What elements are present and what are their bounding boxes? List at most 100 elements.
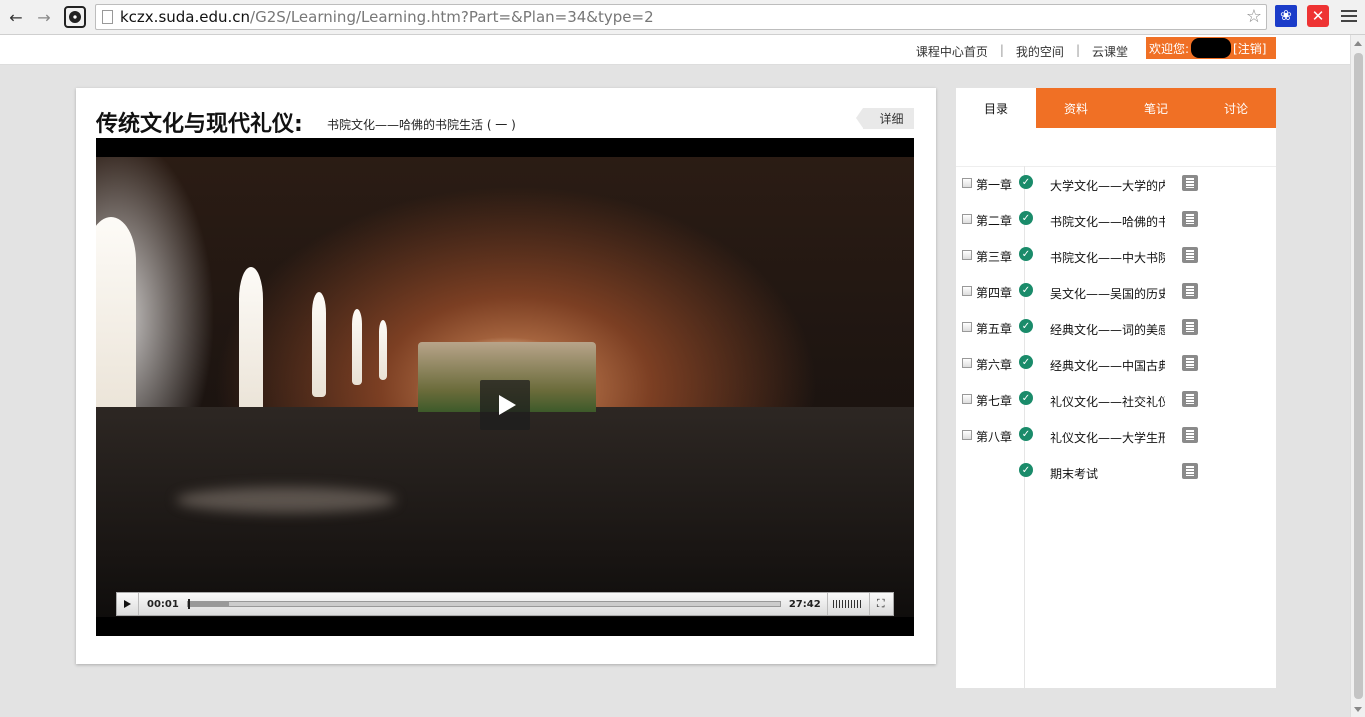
chapter-row[interactable]: 第七章 ✓ 礼仪文化——社交礼仪 <box>956 391 1276 412</box>
tunnel-window <box>352 309 362 385</box>
fullscreen-icon[interactable]: ⛶ <box>870 593 892 615</box>
tab-discussion[interactable]: 讨论 <box>1196 88 1276 128</box>
chapter-label: 第七章 <box>976 394 1013 408</box>
lesson-link[interactable]: 大学文化——大学的内 <box>1050 177 1165 194</box>
lesson-link[interactable]: 礼仪文化——大学生形 <box>1050 429 1165 446</box>
browser-menu-icon[interactable] <box>1341 8 1357 24</box>
course-sidebar: 目录 资料 笔记 讨论 第一章 ✓ 大学文化——大学的内 第二章 ✓ 书院文化——哈佛的书… <box>956 88 1276 688</box>
volume-icon[interactable] <box>828 593 870 615</box>
document-icon[interactable] <box>1182 427 1198 443</box>
video-player[interactable]: 00:01 27:42 ⛶ <box>96 138 914 636</box>
chapter-label: 第八章 <box>976 430 1013 444</box>
home-icon[interactable] <box>64 6 86 28</box>
tab-materials[interactable]: 资料 <box>1036 88 1116 128</box>
detail-button[interactable]: 详细 <box>856 108 914 129</box>
chapter-checkbox[interactable] <box>962 358 972 368</box>
course-title: 传统文化与现代礼仪: <box>96 112 303 137</box>
url-host: kczx.suda.edu.cn <box>120 8 251 26</box>
chapter-label: 第三章 <box>976 250 1013 264</box>
chapter-row[interactable]: 第三章 ✓ 书院文化——中大书院 <box>956 247 1276 268</box>
chapter-checkbox[interactable] <box>962 214 972 224</box>
chapter-row[interactable]: 第六章 ✓ 经典文化——中国古典 <box>956 355 1276 376</box>
chapter-row[interactable]: 第二章 ✓ 书院文化——哈佛的书 <box>956 211 1276 232</box>
nav-separator: | <box>999 43 1004 57</box>
lesson-link[interactable]: 经典文化——中国古典 <box>1050 357 1165 374</box>
back-arrow-icon[interactable]: ← <box>6 7 26 27</box>
welcome-badge: 欢迎您: [注销] <box>1146 37 1276 59</box>
lesson-link[interactable]: 吴文化——吴国的历史 <box>1050 285 1165 302</box>
player-controls: 00:01 27:42 ⛶ <box>116 592 894 616</box>
tab-notes[interactable]: 笔记 <box>1116 88 1196 128</box>
tunnel-window <box>312 292 326 397</box>
nav-cloud-classroom[interactable]: 云课堂 <box>1092 43 1128 60</box>
forward-arrow-icon[interactable]: → <box>34 7 54 27</box>
completed-check-icon: ✓ <box>1019 355 1033 369</box>
completed-check-icon: ✓ <box>1019 211 1033 225</box>
document-icon[interactable] <box>1182 391 1198 407</box>
buffered-bar <box>187 602 230 606</box>
page-scrollbar[interactable] <box>1350 35 1365 717</box>
lesson-link[interactable]: 书院文化——哈佛的书 <box>1050 213 1165 230</box>
chapter-checkbox[interactable] <box>962 178 972 188</box>
chapter-row[interactable]: 第一章 ✓ 大学文化——大学的内 <box>956 175 1276 196</box>
nav-course-center-home[interactable]: 课程中心首页 <box>916 43 988 60</box>
chapter-row[interactable]: 第四章 ✓ 吴文化——吴国的历史 <box>956 283 1276 304</box>
close-extension-icon[interactable]: ✕ <box>1307 5 1329 27</box>
chapter-checkbox[interactable] <box>962 286 972 296</box>
document-icon[interactable] <box>1182 319 1198 335</box>
browser-toolbar: ← → kczx.suda.edu.cn/G2S/Learning/Learni… <box>0 0 1365 35</box>
lesson-title: 书院文化——哈佛的书院生活 ( 一 ) <box>327 118 516 132</box>
document-icon[interactable] <box>1182 211 1198 227</box>
completed-check-icon: ✓ <box>1019 247 1033 261</box>
welcome-text: 欢迎您: <box>1149 41 1190 56</box>
chapter-row[interactable]: ✓ 期末考试 <box>956 463 1276 484</box>
logout-link[interactable]: [注销] <box>1233 40 1266 57</box>
seek-bar[interactable] <box>186 599 781 609</box>
big-play-button[interactable] <box>480 380 530 430</box>
chapter-label: 第四章 <box>976 286 1013 300</box>
top-nav: 课程中心首页 | 我的空间 | 云课堂 <box>916 43 1128 60</box>
nav-my-space[interactable]: 我的空间 <box>1016 43 1064 60</box>
scroll-down-arrow-icon[interactable] <box>1354 707 1362 712</box>
chapter-row[interactable]: 第八章 ✓ 礼仪文化——大学生形 <box>956 427 1276 448</box>
completed-check-icon: ✓ <box>1019 283 1033 297</box>
chapter-checkbox[interactable] <box>962 430 972 440</box>
seek-knob[interactable] <box>188 599 191 609</box>
paw-extension-icon[interactable]: ❀ <box>1275 5 1297 27</box>
duration: 27:42 <box>781 593 828 615</box>
bookmark-star-icon[interactable]: ☆ <box>1246 6 1262 27</box>
document-icon[interactable] <box>1182 463 1198 479</box>
play-icon[interactable] <box>117 593 139 615</box>
chapter-checkbox[interactable] <box>962 322 972 332</box>
video-frame <box>96 157 914 617</box>
tunnel-window <box>239 267 263 427</box>
document-icon[interactable] <box>1182 355 1198 371</box>
tunnel-window <box>96 217 136 437</box>
lesson-link[interactable]: 书院文化——中大书院 <box>1050 249 1165 266</box>
address-bar[interactable]: kczx.suda.edu.cn/G2S/Learning/Learning.h… <box>95 4 1267 30</box>
tab-catalog[interactable]: 目录 <box>956 88 1036 128</box>
site-header: 课程中心首页 | 我的空间 | 云课堂 欢迎您: [注销] <box>0 35 1350 65</box>
chapter-checkbox[interactable] <box>962 250 972 260</box>
chapter-label: 第六章 <box>976 358 1013 372</box>
document-icon[interactable] <box>1182 175 1198 191</box>
lesson-link[interactable]: 期末考试 <box>1050 465 1165 482</box>
completed-check-icon: ✓ <box>1019 463 1033 477</box>
document-icon[interactable] <box>1182 247 1198 263</box>
nav-separator: | <box>1075 43 1080 57</box>
document-icon[interactable] <box>1182 283 1198 299</box>
lesson-link[interactable]: 礼仪文化——社交礼仪 <box>1050 393 1165 410</box>
sidebar-tabs: 目录 资料 笔记 讨论 <box>956 88 1276 128</box>
scroll-up-arrow-icon[interactable] <box>1354 41 1362 46</box>
completed-check-icon: ✓ <box>1019 319 1033 333</box>
redacted-username <box>1191 38 1232 58</box>
scrollbar-thumb[interactable] <box>1354 53 1363 699</box>
floor-light <box>176 487 396 513</box>
url-text[interactable]: kczx.suda.edu.cn/G2S/Learning/Learning.h… <box>120 8 654 26</box>
chapter-row[interactable]: 第五章 ✓ 经典文化——词的美感 <box>956 319 1276 340</box>
chapter-checkbox[interactable] <box>962 394 972 404</box>
sidebar-divider <box>956 166 1276 167</box>
lesson-link[interactable]: 经典文化——词的美感 <box>1050 321 1165 338</box>
completed-check-icon: ✓ <box>1019 175 1033 189</box>
chapter-label: 第一章 <box>976 178 1013 192</box>
